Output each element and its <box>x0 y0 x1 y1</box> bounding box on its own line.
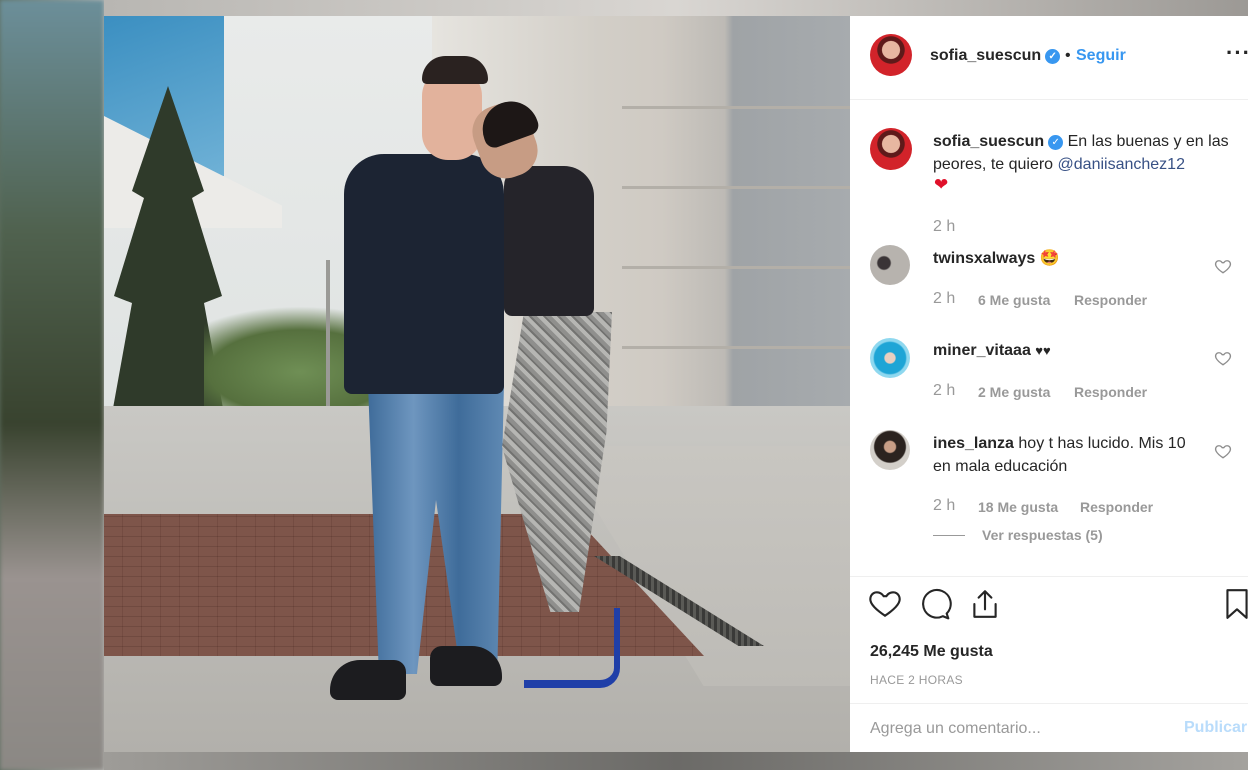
bookmark-icon[interactable] <box>1220 587 1248 621</box>
publish-button[interactable]: Publicar <box>1184 719 1247 737</box>
post-header: sofia_suescun ✓ • Seguir ··· <box>850 16 1248 100</box>
post-timestamp[interactable]: HACE 2 HORAS <box>870 673 963 687</box>
blurred-background-left <box>0 0 104 770</box>
comment-username[interactable]: twinsxalways <box>933 250 1035 267</box>
photo-woman-shoe <box>524 608 620 688</box>
view-replies-button[interactable]: Ver respuestas (5) <box>982 527 1103 543</box>
photo-man-shoe <box>330 660 406 700</box>
author-username[interactable]: sofia_suescun ✓ <box>930 47 1061 65</box>
comment-time[interactable]: 2 h <box>933 290 955 308</box>
post-photo[interactable] <box>104 16 850 752</box>
comment-likes-count[interactable]: 6 Me gusta <box>978 292 1050 308</box>
comment-reply-button[interactable]: Responder <box>1080 499 1153 515</box>
post-actions: 26,245 Me gusta HACE 2 HORAS Publicar <box>850 576 1248 752</box>
heart-icon[interactable] <box>868 587 902 621</box>
photo-building-line <box>622 106 850 109</box>
instagram-post-view: sofia_suescun ✓ • Seguir ··· sofia_suescu… <box>0 0 1248 770</box>
comment-likes-count[interactable]: 2 Me gusta <box>978 384 1050 400</box>
comment-avatar-miner-vitaaa[interactable] <box>870 338 910 378</box>
black-hearts-emoji: ♥♥ <box>1035 343 1051 358</box>
caption-avatar[interactable] <box>870 128 912 170</box>
photo-man-shirt <box>344 154 504 394</box>
photo-man-hair <box>422 56 488 84</box>
caption-mention-link[interactable]: @daniisanchez12 <box>1058 156 1185 173</box>
photo-woman-top <box>504 166 594 316</box>
comment-time[interactable]: 2 h <box>933 382 955 400</box>
comment-like-heart-icon[interactable] <box>1214 349 1232 367</box>
comment-time[interactable]: 2 h <box>933 497 955 515</box>
share-icon[interactable] <box>968 587 1002 621</box>
verified-badge-icon: ✓ <box>1048 135 1064 150</box>
add-comment-bar: Publicar <box>850 703 1248 753</box>
photo-man-shoe <box>430 646 502 686</box>
comment-avatar-ines-lanza[interactable] <box>870 430 910 470</box>
author-username-text[interactable]: sofia_suescun <box>930 47 1041 64</box>
blurred-background-top <box>104 0 1248 16</box>
photo-building-line <box>622 346 850 349</box>
author-avatar[interactable] <box>870 34 912 76</box>
replies-divider <box>933 535 965 536</box>
verified-badge-icon: ✓ <box>1045 49 1061 64</box>
star-eyes-emoji: 🤩 <box>1039 250 1060 267</box>
comment-miner-vitaaa: miner_vitaaa ♥♥ <box>933 339 1233 362</box>
comment-like-heart-icon[interactable] <box>1214 257 1232 275</box>
comment-avatar-twinsxalways[interactable] <box>870 245 910 285</box>
comment-like-heart-icon[interactable] <box>1214 442 1232 460</box>
follow-button[interactable]: Seguir <box>1076 47 1126 65</box>
comment-input[interactable] <box>870 717 1170 741</box>
caption-username[interactable]: sofia_suescun <box>933 133 1044 150</box>
comment-icon[interactable] <box>918 587 952 621</box>
comment-username[interactable]: ines_lanza <box>933 435 1014 452</box>
comment-twinsxalways: twinsxalways 🤩 <box>933 247 1233 270</box>
header-separator: • <box>1065 47 1071 64</box>
comment-reply-button[interactable]: Responder <box>1074 384 1147 400</box>
photo-building-line <box>622 266 850 269</box>
more-options-icon[interactable]: ··· <box>1226 40 1248 66</box>
comment-username[interactable]: miner_vitaaa <box>933 342 1031 359</box>
photo-pole <box>326 260 330 410</box>
comment-ines-lanza: ines_lanza hoy t has lucido. Mis 10 en m… <box>933 432 1203 478</box>
comment-reply-button[interactable]: Responder <box>1074 292 1147 308</box>
likes-count[interactable]: 26,245 Me gusta <box>870 643 993 661</box>
caption-heart-emoji: ❤ <box>934 175 949 194</box>
post-sidebar: sofia_suescun ✓ • Seguir ··· sofia_suescu… <box>850 16 1248 752</box>
caption-time[interactable]: 2 h <box>933 218 955 236</box>
blurred-background-bottom <box>104 752 1248 770</box>
photo-building-line <box>622 186 850 189</box>
comment-likes-count[interactable]: 18 Me gusta <box>978 499 1058 515</box>
caption-text: sofia_suescun ✓ En las buenas y en las pe… <box>933 130 1233 176</box>
